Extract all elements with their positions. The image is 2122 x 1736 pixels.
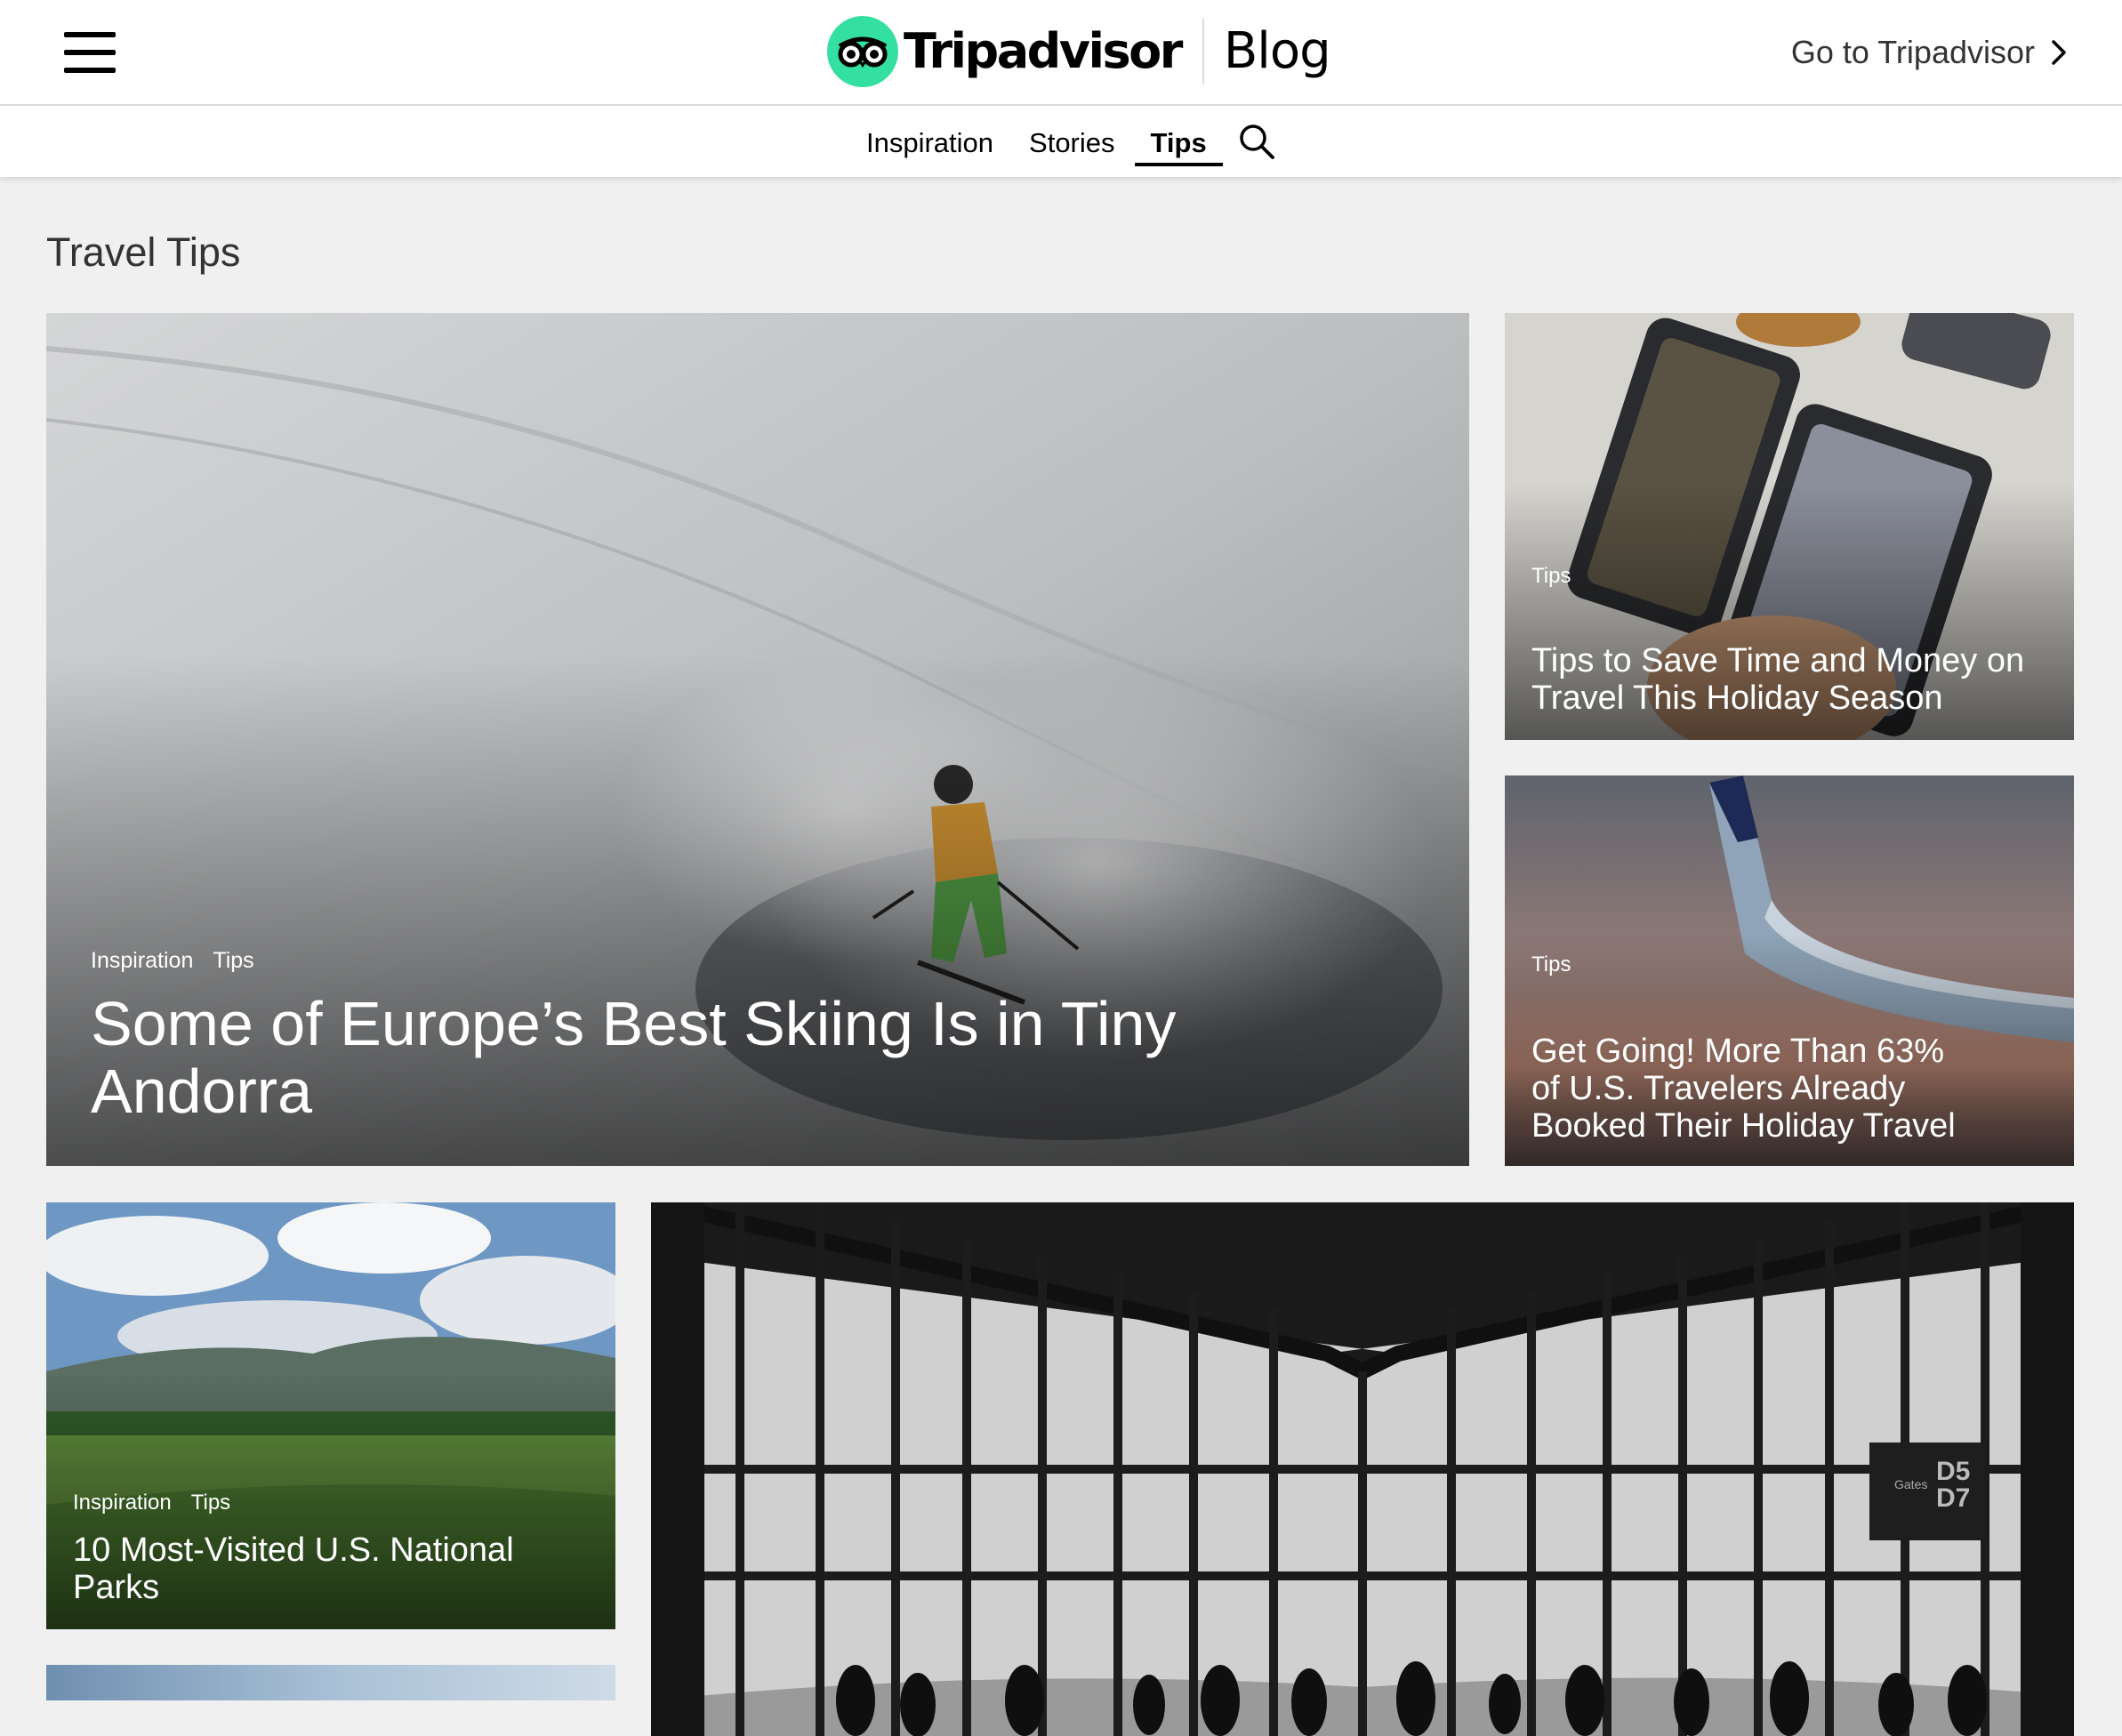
article-card-holiday-tips[interactable]: Tips Tips to Save Time and Money on Trav… <box>1505 313 2074 740</box>
category-nav: Inspiration Stories Tips <box>0 106 2122 177</box>
article-card-partial[interactable] <box>46 1665 615 1700</box>
tab-stories[interactable]: Stories <box>1011 106 1132 177</box>
gate-sign-line1: D5 <box>1936 1457 1970 1486</box>
tab-tips[interactable]: Tips <box>1133 106 1225 177</box>
article-title[interactable]: Get Going! More Than 63% of U.S. Travele… <box>1531 1033 1976 1145</box>
article-categories: Tips <box>1531 564 1571 589</box>
gate-sign-line2: D7 <box>1936 1483 1970 1513</box>
brand-logo[interactable]: Tripadvisor Blog <box>827 16 1331 87</box>
brand-name: Tripadvisor <box>904 23 1183 79</box>
article-title[interactable]: 10 Most-Visited U.S. National Parks <box>73 1531 535 1606</box>
brand-divider <box>1202 19 1204 84</box>
category-label[interactable]: Tips <box>1531 952 1571 977</box>
article-categories: Inspiration Tips <box>91 948 254 974</box>
category-label[interactable]: Inspiration <box>91 948 193 974</box>
category-label[interactable]: Inspiration <box>73 1491 172 1515</box>
article-categories: Tips <box>1531 952 1571 977</box>
article-card-holiday-bookings[interactable]: Tips Get Going! More Than 63% of U.S. Tr… <box>1505 776 2074 1166</box>
article-card-skiing[interactable]: Inspiration Tips Some of Europe’s Best S… <box>46 313 1469 1166</box>
article-card-airport[interactable]: Gates D5 D7 <box>651 1202 2074 1736</box>
category-label[interactable]: Tips <box>1531 564 1571 589</box>
tab-inspiration[interactable]: Inspiration <box>848 106 1011 177</box>
hamburger-menu-icon[interactable] <box>64 32 117 73</box>
chevron-right-icon <box>2052 40 2066 65</box>
search-icon[interactable] <box>1237 122 1276 161</box>
gate-sign-label: Gates <box>1894 1477 1927 1491</box>
tripadvisor-owl-icon <box>827 16 898 87</box>
article-title[interactable]: Tips to Save Time and Money on Travel Th… <box>1531 642 2030 717</box>
article-card-national-parks[interactable]: Inspiration Tips 10 Most-Visited U.S. Na… <box>46 1202 615 1629</box>
airport-terminal-photo: Gates D5 D7 <box>651 1202 2074 1736</box>
go-to-tripadvisor-label: Go to Tripadvisor <box>1790 34 2035 70</box>
go-to-tripadvisor-link[interactable]: Go to Tripadvisor <box>1791 30 2067 75</box>
article-categories: Inspiration Tips <box>73 1491 230 1515</box>
article-title[interactable]: Some of Europe’s Best Skiing Is in Tiny … <box>91 990 1202 1125</box>
top-header: Tripadvisor Blog Go to Tripadvisor <box>0 0 2122 106</box>
page-title: Travel Tips <box>46 229 241 275</box>
category-label[interactable]: Tips <box>213 948 253 974</box>
brand-section: Blog <box>1223 22 1331 80</box>
category-label[interactable]: Tips <box>191 1491 230 1515</box>
